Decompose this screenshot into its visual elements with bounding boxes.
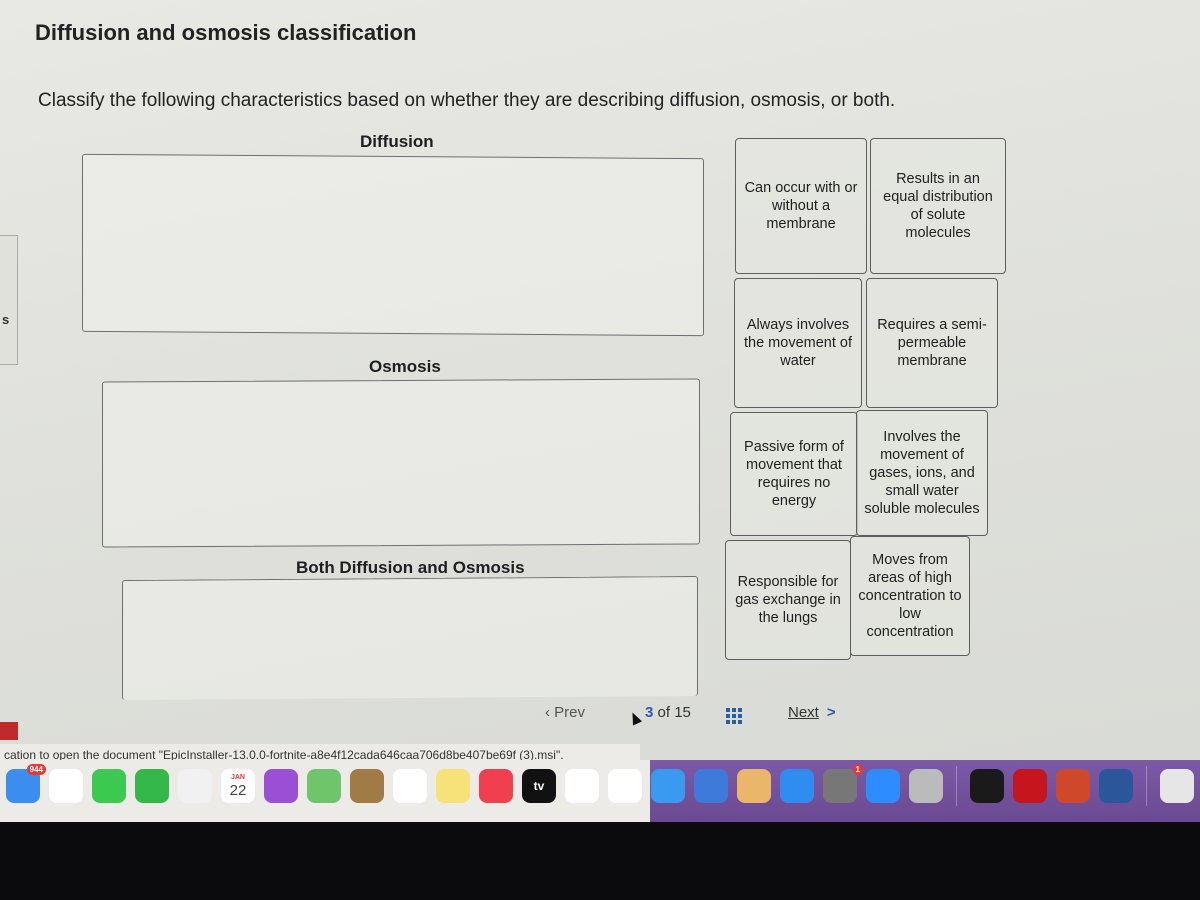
chevron-left-icon: ‹	[545, 704, 555, 721]
drop-zone-both[interactable]	[122, 575, 698, 701]
dock-zoom-icon[interactable]	[866, 769, 900, 803]
calendar-day: 22	[229, 781, 247, 799]
card-gas-exchange-in-lungs[interactable]: Responsible for gas exchange in the lung…	[725, 540, 851, 660]
dock-system-preferences-icon[interactable]: 1	[823, 764, 863, 803]
page-title: Diffusion and osmosis classification	[35, 20, 417, 45]
card-movement-of-gases-ions[interactable]: Involves the movement of gases, ions, an…	[856, 410, 988, 536]
notification-badge: 1	[852, 764, 863, 775]
mouse-cursor-icon	[627, 710, 643, 726]
dock-notebook-icon[interactable]	[350, 769, 384, 803]
card-high-to-low-concentration[interactable]: Moves from areas of high concentration t…	[850, 536, 970, 656]
dock-maps-icon[interactable]	[307, 769, 341, 803]
category-label-both: Both Diffusion and Osmosis	[296, 558, 525, 577]
left-edge-text: s	[2, 312, 10, 327]
dock-reminders-icon[interactable]	[393, 769, 427, 803]
screen: Diffusion and osmosis classification Cla…	[0, 0, 1200, 820]
dock-powerpoint-icon[interactable]	[1056, 769, 1090, 803]
drop-zone-diffusion[interactable]	[82, 153, 704, 337]
dock-mail-icon[interactable]: 944	[6, 764, 46, 803]
dock-app-store-icon[interactable]	[780, 769, 814, 803]
card-equal-distribution-of-solute[interactable]: Results in an equal distribution of solu…	[870, 138, 1006, 274]
instructions: Classify the following characteristics b…	[38, 90, 896, 111]
dock-music-icon[interactable]	[479, 769, 513, 803]
dock-photos-icon[interactable]	[178, 769, 212, 803]
dock-messages-icon[interactable]	[92, 769, 126, 803]
dock-items: 944 JAN 22 tv 1	[6, 764, 1200, 806]
dock-word-icon[interactable]	[1099, 769, 1133, 803]
dock-separator	[956, 766, 957, 806]
dock-terminal-icon[interactable]	[970, 769, 1004, 803]
dock-keynote-icon[interactable]	[694, 769, 728, 803]
card-can-occur-with-or-without-membrane[interactable]: Can occur with or without a membrane	[735, 138, 867, 274]
dock-acrobat-icon[interactable]	[1013, 769, 1047, 803]
chevron-right-icon: >	[826, 704, 836, 721]
dock-preview-icon[interactable]	[737, 769, 771, 803]
dock-unknown-app-icon[interactable]	[909, 769, 943, 803]
category-label-diffusion: Diffusion	[360, 132, 434, 151]
card-passive-requires-no-energy[interactable]: Passive form of movement that requires n…	[730, 412, 858, 536]
next-button[interactable]: Next >	[788, 704, 836, 721]
dock-calendar-icon[interactable]: JAN 22	[221, 769, 255, 803]
card-always-involves-water[interactable]: Always involves the movement of water	[734, 278, 862, 408]
current-page: 3	[645, 704, 654, 721]
red-indicator	[0, 722, 18, 740]
card-requires-semi-permeable-membrane[interactable]: Requires a semi-permeable membrane	[866, 278, 998, 408]
dock-chrome-icon[interactable]	[49, 769, 83, 803]
dock-document-file-icon[interactable]	[1160, 769, 1194, 803]
dock-numbers-icon[interactable]	[608, 769, 642, 803]
of-label: of	[657, 704, 671, 721]
total-pages: 15	[674, 704, 691, 721]
screen-bezel	[0, 822, 1200, 900]
calendar-month: JAN	[230, 773, 245, 781]
category-label-osmosis: Osmosis	[369, 357, 441, 376]
dock-facetime-icon[interactable]	[135, 769, 169, 803]
dock-apple-tv-icon[interactable]: tv	[522, 769, 556, 803]
dock-news-icon[interactable]	[565, 769, 599, 803]
dock-safari-icon[interactable]	[651, 769, 685, 803]
dock-notes-icon[interactable]	[436, 769, 470, 803]
page-indicator: 3 of 15	[645, 704, 691, 721]
left-panel-edge	[0, 235, 18, 365]
drop-zone-osmosis[interactable]	[102, 378, 700, 548]
notification-badge: 944	[26, 764, 46, 775]
dock-separator	[1146, 766, 1147, 806]
dock-podcasts-icon[interactable]	[264, 769, 298, 803]
prev-button[interactable]: ‹ Prev	[545, 704, 585, 721]
grid-icon[interactable]	[726, 708, 742, 724]
